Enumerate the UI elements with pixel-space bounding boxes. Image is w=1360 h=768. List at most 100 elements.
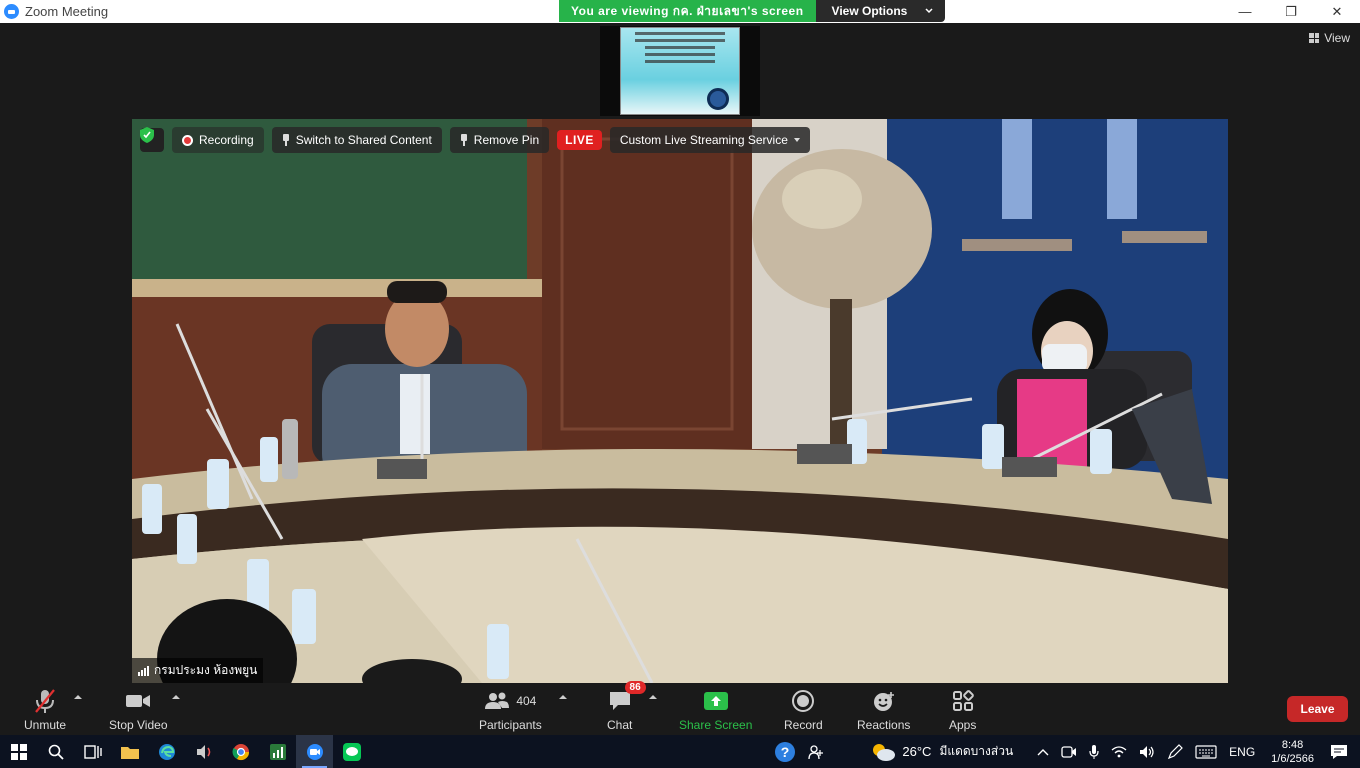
notification-icon xyxy=(1331,744,1347,759)
chat-button[interactable]: 86 Chat xyxy=(607,681,646,732)
streaming-service-label: Custom Live Streaming Service xyxy=(619,133,788,147)
streaming-service-dropdown[interactable]: Custom Live Streaming Service xyxy=(609,127,810,153)
meeting-controls-toolbar: Unmute Stop Video 404 Participants 86 Ch… xyxy=(0,681,1360,735)
weather-widget[interactable]: 26°C มีแดดบางส่วน xyxy=(870,742,1013,762)
speaker-app-icon xyxy=(196,744,210,759)
camera-icon xyxy=(125,687,151,715)
weather-text: มีแดดบางส่วน xyxy=(939,744,1014,758)
participants-button[interactable]: 404 Participants xyxy=(479,687,542,732)
help-icon: ? xyxy=(775,741,796,762)
keyboard-icon[interactable] xyxy=(1195,744,1217,759)
logo-icon xyxy=(707,88,729,110)
chrome-app[interactable] xyxy=(222,735,259,768)
unmute-button[interactable]: Unmute xyxy=(24,687,66,732)
close-button[interactable]: ✕ xyxy=(1314,0,1360,23)
people-button[interactable] xyxy=(808,744,824,760)
view-button-label: View xyxy=(1324,31,1350,45)
view-options-label: View Options xyxy=(831,4,908,18)
pinned-video[interactable]: Recording Switch to Shared Content Remov… xyxy=(132,119,1228,683)
audio-app[interactable] xyxy=(185,735,222,768)
task-view-button[interactable] xyxy=(74,735,111,768)
chat-options-caret-icon[interactable] xyxy=(649,695,657,699)
notifications-button[interactable] xyxy=(1330,744,1348,760)
share-screen-label: Share Screen xyxy=(679,718,753,732)
viewing-screen-label: You are viewing กค. ฝ่ายเลขา's screen xyxy=(559,0,816,22)
chat-label: Chat xyxy=(607,718,633,732)
zoom-app[interactable] xyxy=(296,735,333,768)
share-screen-icon xyxy=(703,687,728,715)
video-scene xyxy=(132,119,1228,683)
temperature: 26°C xyxy=(902,744,932,759)
help-button[interactable]: ? xyxy=(774,741,796,763)
caret-down-icon xyxy=(793,138,800,142)
stock-chart-icon xyxy=(269,743,286,760)
apps-label: Apps xyxy=(949,718,977,732)
reactions-button[interactable]: Reactions xyxy=(857,687,910,732)
recording-label: Recording xyxy=(199,133,254,147)
input-language[interactable]: ENG xyxy=(1229,745,1255,759)
window-controls: — ❐ ✕ xyxy=(1222,0,1360,23)
system-tray: ? 26°C มีแดดบางส่วน ENG 8:48 1/6/2566 xyxy=(768,735,1360,768)
show-hidden-icons[interactable] xyxy=(1037,748,1049,756)
grid-view-icon xyxy=(1309,33,1320,43)
unmute-label: Unmute xyxy=(24,718,67,732)
stop-video-label: Stop Video xyxy=(109,718,168,732)
partly-sunny-icon xyxy=(873,743,896,761)
clock[interactable]: 8:48 1/6/2566 xyxy=(1271,738,1314,766)
volume-icon[interactable] xyxy=(1139,745,1155,759)
participants-label: Participants xyxy=(479,718,542,732)
folder-icon xyxy=(120,746,139,759)
pin-icon xyxy=(460,134,468,146)
security-shield-icon[interactable] xyxy=(140,127,164,152)
svg-text:?: ? xyxy=(781,744,790,760)
minimize-button[interactable]: — xyxy=(1222,0,1268,23)
start-button[interactable] xyxy=(0,735,37,768)
remove-pin-button[interactable]: Remove Pin xyxy=(449,127,550,153)
apps-button[interactable]: Apps xyxy=(949,687,976,732)
live-badge[interactable]: LIVE xyxy=(557,130,602,150)
chart-app[interactable] xyxy=(259,735,296,768)
smiley-icon xyxy=(872,687,896,715)
meet-now-icon[interactable] xyxy=(1061,745,1077,759)
chrome-icon xyxy=(232,743,249,760)
audio-options-caret-icon[interactable] xyxy=(74,695,82,699)
participants-options-caret-icon[interactable] xyxy=(559,695,567,699)
line-app[interactable] xyxy=(333,735,370,768)
wifi-icon[interactable] xyxy=(1111,745,1127,759)
windows-taskbar: ? 26°C มีแดดบางส่วน ENG 8:48 1/6/2566 xyxy=(0,735,1360,768)
restore-button[interactable]: ❐ xyxy=(1268,0,1314,23)
recording-indicator[interactable]: Recording xyxy=(172,127,264,153)
search-button[interactable] xyxy=(37,735,74,768)
apps-icon xyxy=(952,687,974,715)
file-explorer-app[interactable] xyxy=(111,735,148,768)
signal-bars-icon xyxy=(138,665,149,676)
video-options-caret-icon[interactable] xyxy=(172,695,180,699)
view-options-button[interactable]: View Options xyxy=(815,0,946,22)
edge-app[interactable] xyxy=(148,735,185,768)
stop-video-button[interactable]: Stop Video xyxy=(109,687,168,732)
record-button[interactable]: Record xyxy=(784,687,823,732)
window-title: Zoom Meeting xyxy=(25,4,109,19)
participant-name-tag: กรมประมง ห้องพยูน xyxy=(132,658,264,683)
pen-icon[interactable] xyxy=(1167,743,1184,760)
zoom-icon xyxy=(306,743,323,760)
share-screen-button[interactable]: Share Screen xyxy=(679,687,752,732)
reactions-label: Reactions xyxy=(857,718,911,732)
video-overlay-toolbar: Recording Switch to Shared Content Remov… xyxy=(140,127,810,153)
leave-button[interactable]: Leave xyxy=(1287,696,1348,722)
switch-shared-content-button[interactable]: Switch to Shared Content xyxy=(271,127,442,153)
switch-shared-content-label: Switch to Shared Content xyxy=(295,133,432,147)
viewing-banner: You are viewing กค. ฝ่ายเลขา's screen Vi… xyxy=(559,0,946,22)
record-label: Record xyxy=(784,718,823,732)
people-icon xyxy=(808,744,824,759)
microphone-icon[interactable] xyxy=(1089,744,1099,760)
participant-name: กรมประมง ห้องพยูน xyxy=(154,663,258,677)
record-icon xyxy=(792,687,815,715)
view-button[interactable]: View xyxy=(1309,31,1350,45)
task-view-icon xyxy=(83,744,102,759)
chat-unread-badge: 86 xyxy=(624,681,646,694)
shared-content-thumbnail[interactable] xyxy=(600,26,760,116)
mic-muted-icon xyxy=(33,687,57,715)
meeting-area: View Recording Switch to Shared Content … xyxy=(0,23,1360,685)
chevron-down-icon xyxy=(925,8,933,14)
